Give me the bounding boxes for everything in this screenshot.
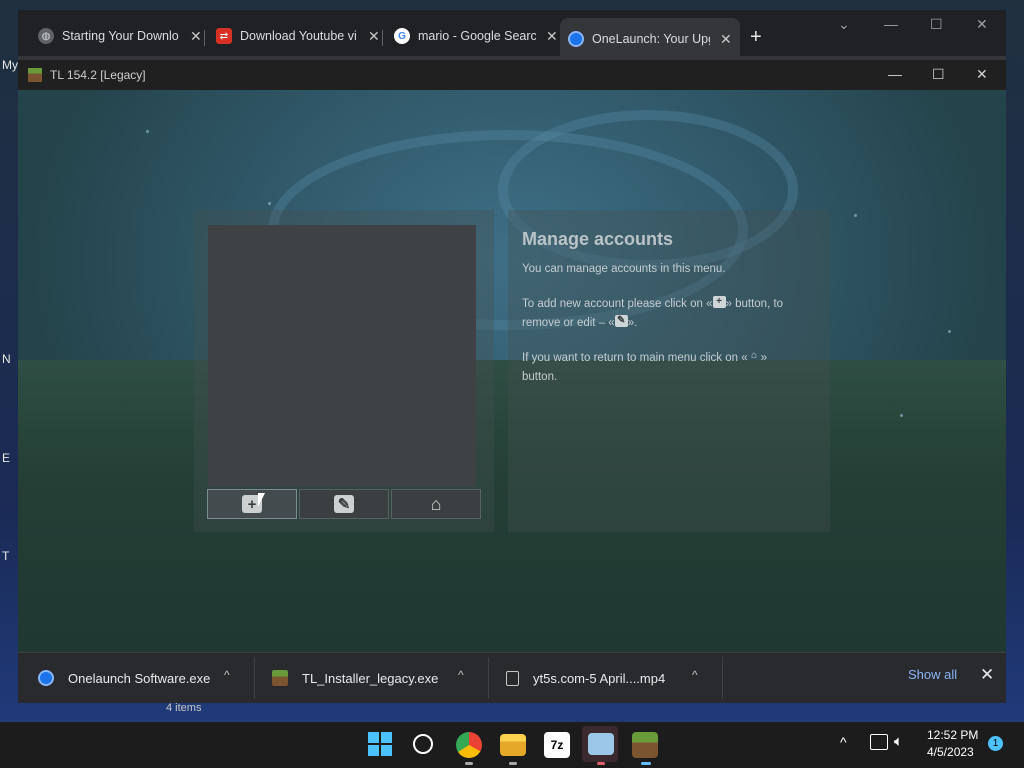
close-button[interactable]: ✕ bbox=[976, 16, 988, 33]
tab-title: Starting Your Downlo bbox=[62, 29, 179, 43]
taskbar-running-indicator bbox=[509, 762, 517, 765]
tab-divider bbox=[382, 30, 383, 46]
help-text-home: If you want to return to main menu click… bbox=[522, 349, 812, 387]
windows-start-icon[interactable] bbox=[368, 732, 392, 756]
help-line: » bbox=[760, 352, 768, 364]
taskbar: 7z ^ 🔈︎ 12:52 PM 4/5/2023 1 bbox=[0, 722, 1024, 768]
google-icon: G bbox=[394, 28, 410, 44]
desktop-label[interactable]: My bbox=[2, 58, 18, 72]
tab-search-icon[interactable]: ⌄ bbox=[838, 16, 850, 33]
home-icon: ⌂ bbox=[751, 350, 758, 361]
minimize-button[interactable]: — bbox=[884, 16, 898, 32]
help-line: remove or edit – « bbox=[522, 317, 615, 329]
tl-close-button[interactable]: ✕ bbox=[976, 66, 988, 83]
taskbar-running-indicator bbox=[597, 762, 605, 765]
mouse-cursor bbox=[258, 493, 265, 507]
background-star bbox=[854, 214, 857, 217]
tab-divider bbox=[204, 30, 205, 46]
chevron-up-icon[interactable]: ^ bbox=[458, 668, 464, 682]
control-panel-icon bbox=[588, 733, 614, 755]
desktop-label[interactable]: E bbox=[2, 451, 10, 465]
tab-strip: ◍ Starting Your Downlo ✕ ⇄ Download Yout… bbox=[18, 10, 1006, 60]
clock-date[interactable]: 4/5/2023 bbox=[927, 745, 974, 759]
chevron-up-icon[interactable]: ^ bbox=[224, 668, 230, 682]
help-line: » button, to bbox=[725, 298, 784, 310]
tab-close-icon[interactable]: ✕ bbox=[720, 31, 732, 48]
add-account-button[interactable]: + bbox=[207, 489, 297, 519]
background-star bbox=[146, 130, 149, 133]
onelaunch-icon bbox=[568, 31, 584, 47]
download-item[interactable]: yt5s.com-5 April....mp4 bbox=[506, 653, 665, 703]
chrome-icon[interactable] bbox=[456, 732, 482, 758]
tray-chevron-icon[interactable]: ^ bbox=[840, 734, 847, 750]
help-line: button. bbox=[522, 371, 558, 383]
downloads-bar: Onelaunch Software.exe ^ TL_Installer_le… bbox=[18, 652, 1006, 703]
clock-time[interactable]: 12:52 PM bbox=[927, 728, 978, 742]
notification-badge[interactable]: 1 bbox=[988, 736, 1003, 751]
plus-icon: + bbox=[712, 296, 726, 308]
tlauncher-icon bbox=[272, 670, 288, 686]
download-item[interactable]: TL_Installer_legacy.exe bbox=[272, 653, 438, 703]
tl-window-title: TL 154.2 [Legacy] bbox=[50, 68, 146, 82]
accounts-list[interactable] bbox=[208, 225, 476, 487]
download-filename: yt5s.com-5 April....mp4 bbox=[533, 670, 666, 686]
downloads-close-button[interactable]: ✕ bbox=[980, 665, 994, 685]
yt5s-icon: ⇄ bbox=[216, 28, 232, 44]
search-icon[interactable] bbox=[413, 734, 433, 754]
tab-title: mario - Google Searc bbox=[418, 29, 536, 43]
help-line: If you want to return to main menu click… bbox=[522, 352, 748, 364]
tab-starting-download[interactable]: ◍ Starting Your Downlo ✕ bbox=[38, 24, 202, 48]
taskbar-running-indicator bbox=[465, 762, 473, 765]
help-line: You can manage accounts in this menu. bbox=[522, 263, 726, 275]
pencil-icon: ✎ bbox=[614, 315, 628, 327]
download-divider bbox=[254, 657, 255, 699]
download-filename: TL_Installer_legacy.exe bbox=[302, 670, 439, 686]
tab-close-icon[interactable]: ✕ bbox=[190, 28, 202, 45]
tab-close-icon[interactable]: ✕ bbox=[368, 28, 380, 45]
maximize-button[interactable]: ☐ bbox=[930, 16, 943, 33]
home-button[interactable]: ⌂ bbox=[391, 489, 481, 519]
tl-titlebar: TL 154.2 [Legacy] — ☐ ✕ bbox=[18, 60, 1006, 90]
tab-title: OneLaunch: Your Upg bbox=[592, 32, 710, 46]
background-star bbox=[268, 202, 271, 205]
explorer-status-text: 4 items bbox=[166, 702, 202, 714]
network-icon[interactable] bbox=[870, 734, 888, 750]
show-all-button[interactable]: Show all bbox=[908, 667, 957, 682]
tab-title: Download Youtube vi bbox=[240, 29, 357, 43]
download-item[interactable]: Onelaunch Software.exe bbox=[38, 653, 210, 703]
volume-icon[interactable]: 🔈︎ bbox=[894, 733, 903, 750]
home-icon: ⌂ bbox=[430, 493, 442, 514]
background-star bbox=[900, 414, 903, 417]
globe-icon: ◍ bbox=[38, 28, 54, 44]
tab-onelaunch[interactable]: OneLaunch: Your Upg ✕ bbox=[560, 18, 740, 60]
pencil-icon: ✎ bbox=[334, 495, 354, 513]
tlauncher-icon bbox=[28, 68, 42, 82]
chevron-up-icon[interactable]: ^ bbox=[692, 668, 698, 682]
tab-download-youtube[interactable]: ⇄ Download Youtube vi ✕ bbox=[216, 24, 380, 48]
help-line: To add new account please click on « bbox=[522, 298, 713, 310]
help-text-intro: You can manage accounts in this menu. bbox=[522, 260, 812, 279]
onelaunch-icon bbox=[38, 670, 54, 686]
accounts-toolbar: + ✎ ⌂ bbox=[207, 489, 483, 519]
file-explorer-icon[interactable] bbox=[500, 734, 526, 756]
download-divider bbox=[488, 657, 489, 699]
download-filename: Onelaunch Software.exe bbox=[68, 670, 211, 686]
tl-minimize-button[interactable]: — bbox=[888, 66, 902, 82]
help-text-add: To add new account please click on «+» b… bbox=[522, 295, 812, 333]
tab-close-icon[interactable]: ✕ bbox=[546, 28, 558, 45]
desktop-label[interactable]: N bbox=[2, 352, 11, 366]
background-star bbox=[948, 330, 951, 333]
tl-maximize-button[interactable]: ☐ bbox=[932, 66, 945, 83]
tlauncher-icon[interactable] bbox=[632, 732, 658, 758]
tab-google-search[interactable]: G mario - Google Searc ✕ bbox=[394, 24, 558, 48]
desktop-label[interactable]: T bbox=[2, 549, 9, 563]
edit-account-button[interactable]: ✎ bbox=[299, 489, 389, 519]
new-tab-button[interactable]: + bbox=[750, 26, 762, 49]
file-icon bbox=[506, 670, 519, 686]
taskbar-running-indicator bbox=[641, 762, 651, 765]
help-title: Manage accounts bbox=[522, 229, 674, 249]
help-line: ». bbox=[627, 317, 638, 329]
7zip-icon[interactable]: 7z bbox=[544, 732, 570, 758]
download-divider bbox=[722, 657, 723, 699]
